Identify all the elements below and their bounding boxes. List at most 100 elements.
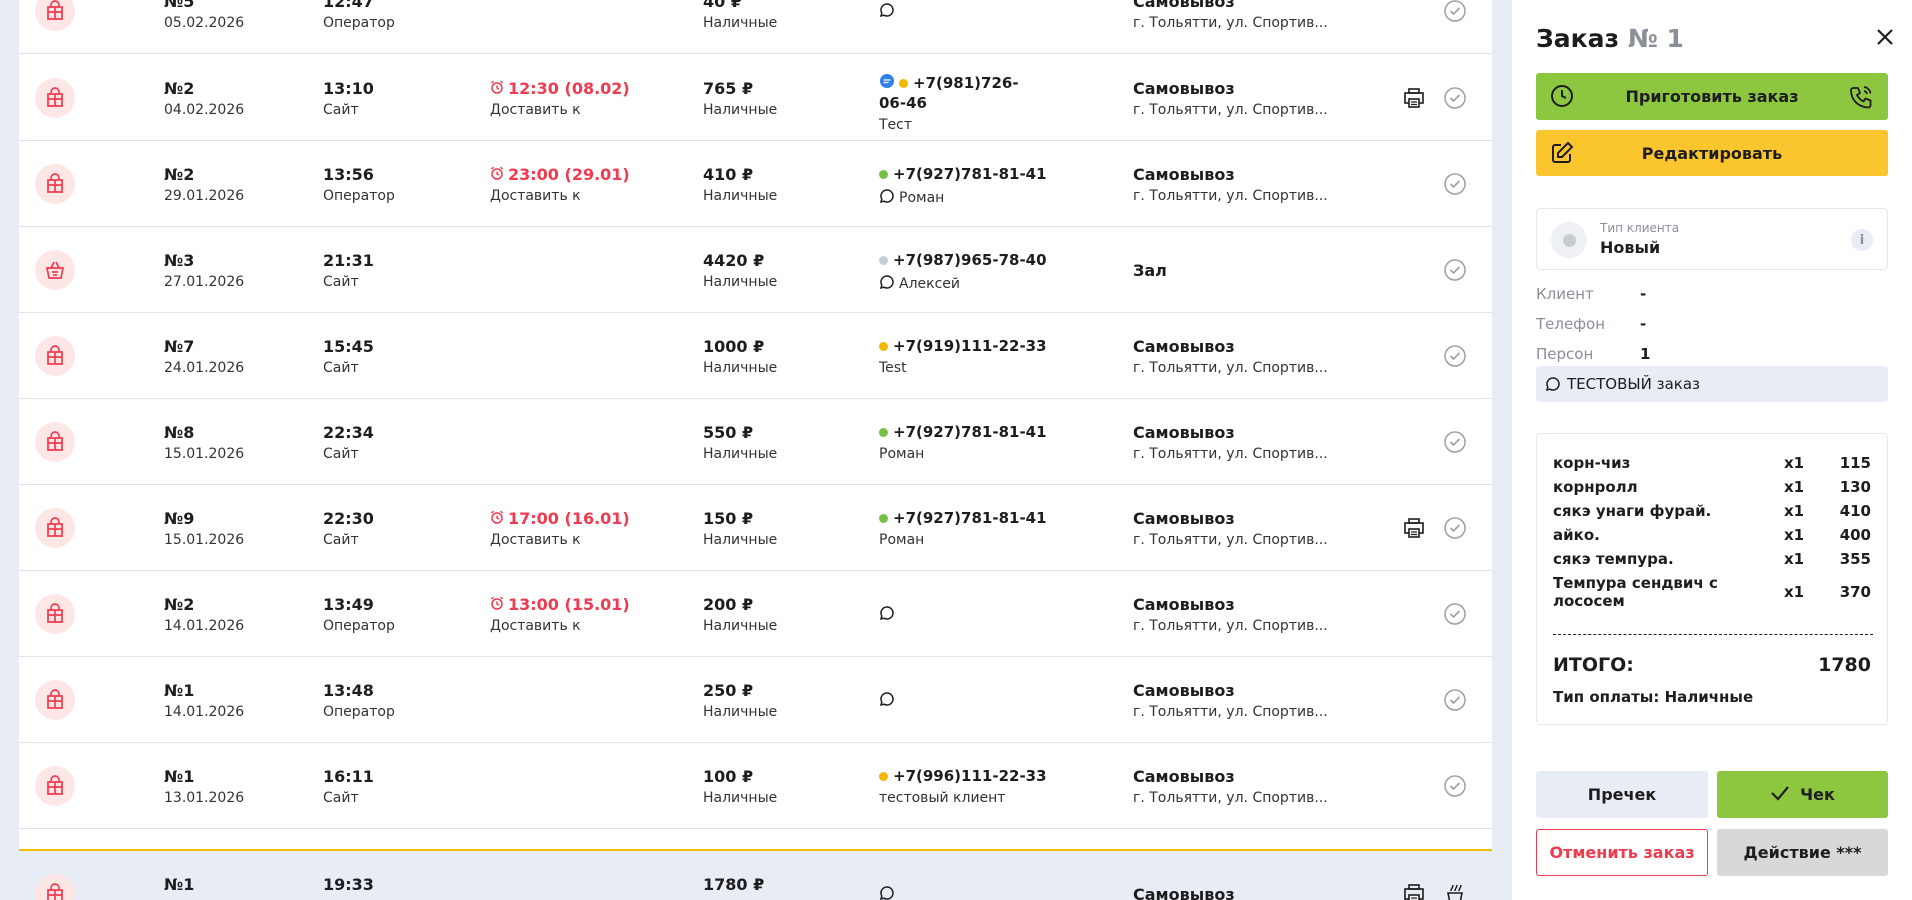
client-status-dot [879,342,888,351]
order-row[interactable]: №1 19:33 1780 ₽ Самовывоз [19,849,1492,900]
receipt-item-qty: x1 [1784,478,1805,496]
order-row[interactable]: №1 14.01.2026 13:48 Оператор 250 ₽ Наличные Са… [19,657,1492,743]
complete-check-icon[interactable] [1444,689,1466,711]
close-icon[interactable] [1872,24,1898,50]
receipt-item-price: 400 [1839,526,1871,544]
order-number: №1 [164,875,195,894]
customer-phone[interactable]: +7(996)111-22-33 [879,767,1047,785]
order-source: Оператор [323,188,395,204]
deliver-time-value: 23:00 (29.01) [508,165,630,184]
customer-comment-text: Test [879,360,907,376]
customer-phone[interactable]: +7(927)781-81-41 [879,165,1047,183]
customer-phone[interactable]: +7(987)965-78-40 [879,251,1047,269]
order-time: 13:56 [323,165,374,184]
customer-comment: тестовый клиент [879,790,1005,806]
field-label: Телефон [1536,315,1606,333]
order-number: №2 [164,79,195,98]
customer-phone[interactable]: +7(927)781-81-41 [879,509,1047,527]
complete-check-icon[interactable] [1444,87,1466,109]
edit-order-button[interactable]: Редактировать [1536,130,1888,176]
delivery-type: Самовывоз [1133,337,1235,356]
order-row[interactable]: №2 14.01.2026 13:49 Оператор 13:00 (15.01) До… [19,571,1492,657]
customer-comment-text: Роман [879,446,925,462]
order-row[interactable]: №1 13.01.2026 16:11 Сайт 100 ₽ Наличные +7(996… [19,743,1492,829]
bag-icon [35,422,75,462]
complete-check-icon[interactable] [1444,775,1466,797]
payment-method: Наличные [703,274,778,290]
order-sum: 1000 ₽ [703,337,765,356]
edit-icon [1550,141,1574,169]
customer-phone-value: +7(996)111-22-33 [893,767,1047,785]
complete-check-icon[interactable] [1444,517,1466,539]
complete-check-icon[interactable] [1444,259,1466,281]
order-row[interactable]: №2 04.02.2026 13:10 Сайт 12:30 (08.02) Достав… [19,55,1492,141]
order-sum: 250 ₽ [703,681,754,700]
order-number: №1 [164,767,195,786]
alarm-icon [490,79,504,98]
printer-icon[interactable] [1402,86,1426,114]
precheck-button[interactable]: Пречек [1536,771,1708,818]
order-row[interactable]: №9 15.01.2026 22:30 Сайт 17:00 (16.01) Достав… [19,485,1492,571]
receipt: корн-чиз x1 115 корнролл x1 130 сякэ унаги фур… [1536,433,1888,725]
order-row[interactable]: №5 05.02.2026 12:47 Оператор 40 ₽ Наличные Сам… [19,0,1492,54]
action-button[interactable]: Действие *** [1717,829,1888,876]
order-number: №9 [164,509,195,528]
customer-phone[interactable]: +7(919)111-22-33 [879,337,1047,355]
deliver-label: Доставить к [490,102,581,118]
client-status-dot [879,428,888,437]
field-value: - [1640,315,1647,333]
complete-check-icon[interactable] [1444,603,1466,625]
comment-icon [879,691,895,711]
payment-method: Наличные [703,532,778,548]
order-time: 22:30 [323,509,374,528]
order-source: Сайт [323,446,359,462]
complete-check-icon[interactable] [1444,0,1466,22]
complete-check-icon[interactable] [1444,431,1466,453]
delivery-address: г. Тольятти, ул. Спортив... [1133,446,1328,462]
prepare-order-button[interactable]: Приготовить заказ [1536,73,1888,120]
prepare-order-label: Приготовить заказ [1625,87,1799,106]
order-number: №3 [164,251,195,270]
delivery-type: Самовывоз [1133,79,1235,98]
order-date: 14.01.2026 [164,618,245,634]
printer-icon[interactable] [1402,882,1426,900]
check-button[interactable]: Чек [1717,771,1888,818]
info-icon[interactable]: i [1851,229,1873,251]
order-row[interactable]: №3 27.01.2026 21:31 Сайт 4420 ₽ Наличные +7(98… [19,227,1492,313]
customer-comment-text: Тест [879,117,913,133]
field-value: - [1640,285,1647,303]
order-sum: 100 ₽ [703,767,754,786]
receipt-item-name: корн-чиз [1553,454,1631,472]
customer-comment-text: тестовый клиент [879,790,1006,806]
customer-phone[interactable]: +7(927)781-81-41 [879,423,1047,441]
edit-order-label: Редактировать [1641,143,1783,163]
customer-comment-text: Алексей [899,276,961,292]
complete-check-icon[interactable] [1444,345,1466,367]
order-number: №2 [164,165,195,184]
customer-comment: Роман [879,532,924,548]
client-status-dot [899,79,908,88]
basket-icon [35,250,75,290]
bag-icon [35,336,75,376]
order-row[interactable]: №8 15.01.2026 22:34 Сайт 550 ₽ Наличные +7(927… [19,399,1492,485]
cancel-order-button[interactable]: Отменить заказ [1536,829,1708,876]
order-source: Сайт [323,360,359,376]
order-row[interactable]: №7 24.01.2026 15:45 Сайт 1000 ₽ Наличные +7(91… [19,313,1492,399]
complete-check-icon[interactable] [1444,173,1466,195]
client-type-value: Новый [1600,238,1661,257]
receipt-item-name: сякэ унаги фурай. [1553,502,1712,520]
precheck-label: Пречек [1587,785,1657,804]
cooking-icon[interactable] [1443,882,1467,900]
order-time: 12:47 [323,0,374,11]
alarm-icon [490,509,504,528]
payment-method: Наличные [703,15,778,31]
client-status-dot [879,256,888,265]
receipt-item-price: 370 [1839,583,1871,601]
deliver-time-value: 12:30 (08.02) [508,79,630,98]
customer-phone[interactable]: +7(981)726-06-46 [879,73,1039,113]
phone-call-icon [1848,84,1874,114]
order-time: 13:10 [323,79,374,98]
printer-icon[interactable] [1402,516,1426,544]
order-source: Сайт [323,790,359,806]
order-row[interactable]: №2 29.01.2026 13:56 Оператор 23:00 (29.01) До… [19,141,1492,227]
